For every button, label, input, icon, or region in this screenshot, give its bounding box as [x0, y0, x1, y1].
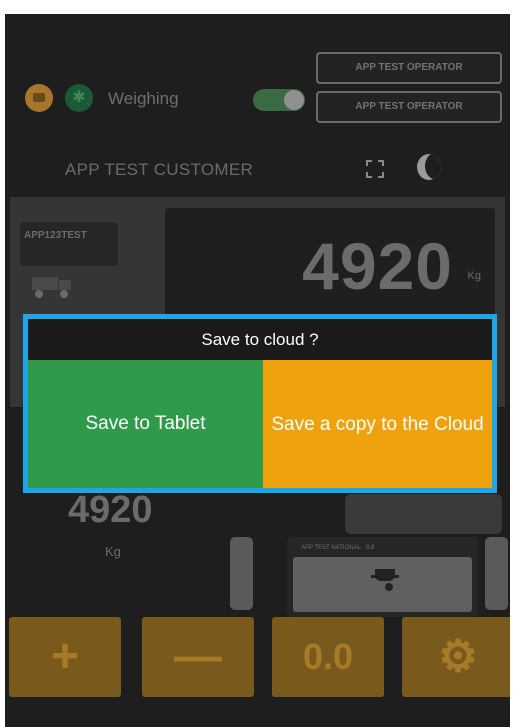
dialog-title: Save to cloud ? [28, 319, 492, 360]
plate-label[interactable]: APP123TEST [20, 222, 118, 266]
bluetooth-icon[interactable]: ✱ [65, 84, 93, 112]
operator-button-1[interactable]: APP TEST OPERATOR [316, 52, 502, 84]
save-to-cloud-button[interactable]: Save a copy to the Cloud [263, 360, 492, 488]
main-weight-unit: Kg [467, 270, 481, 282]
sub-weight-value: 4920 [68, 489, 153, 531]
trailer-label: APP TEST NATIONAL · 8.8 [301, 545, 375, 551]
night-mode-icon[interactable] [417, 154, 441, 180]
settings-button[interactable]: ⚙ [402, 617, 510, 697]
operator-button-2[interactable]: APP TEST OPERATOR [316, 91, 502, 123]
wheelbarrow-icon [371, 569, 399, 593]
trailer-card[interactable]: APP TEST NATIONAL · 8.8 [287, 537, 478, 617]
plus-button[interactable]: + [9, 617, 121, 697]
weighing-label: Weighing [108, 89, 179, 108]
trailer-display [293, 557, 472, 612]
scroll-right-button[interactable] [485, 537, 508, 610]
main-weight-value: 4920 [302, 229, 453, 303]
sub-weight-unit: Kg [105, 544, 121, 559]
truck-status-icon[interactable] [25, 84, 53, 112]
weighing-toggle[interactable] [253, 89, 305, 111]
save-to-tablet-button[interactable]: Save to Tablet [28, 360, 263, 488]
scroll-left-button[interactable] [230, 537, 253, 610]
zero-button[interactable]: 0.0 [272, 617, 384, 697]
save-dialog: Save to cloud ? Save to Tablet Save a co… [23, 314, 497, 493]
side-panel [345, 494, 502, 534]
gear-icon: ⚙ [438, 632, 478, 681]
minus-button[interactable]: — [142, 617, 254, 697]
fullscreen-icon[interactable] [366, 160, 384, 178]
customer-label[interactable]: APP TEST CUSTOMER [65, 160, 253, 180]
truck-icon [32, 277, 72, 298]
